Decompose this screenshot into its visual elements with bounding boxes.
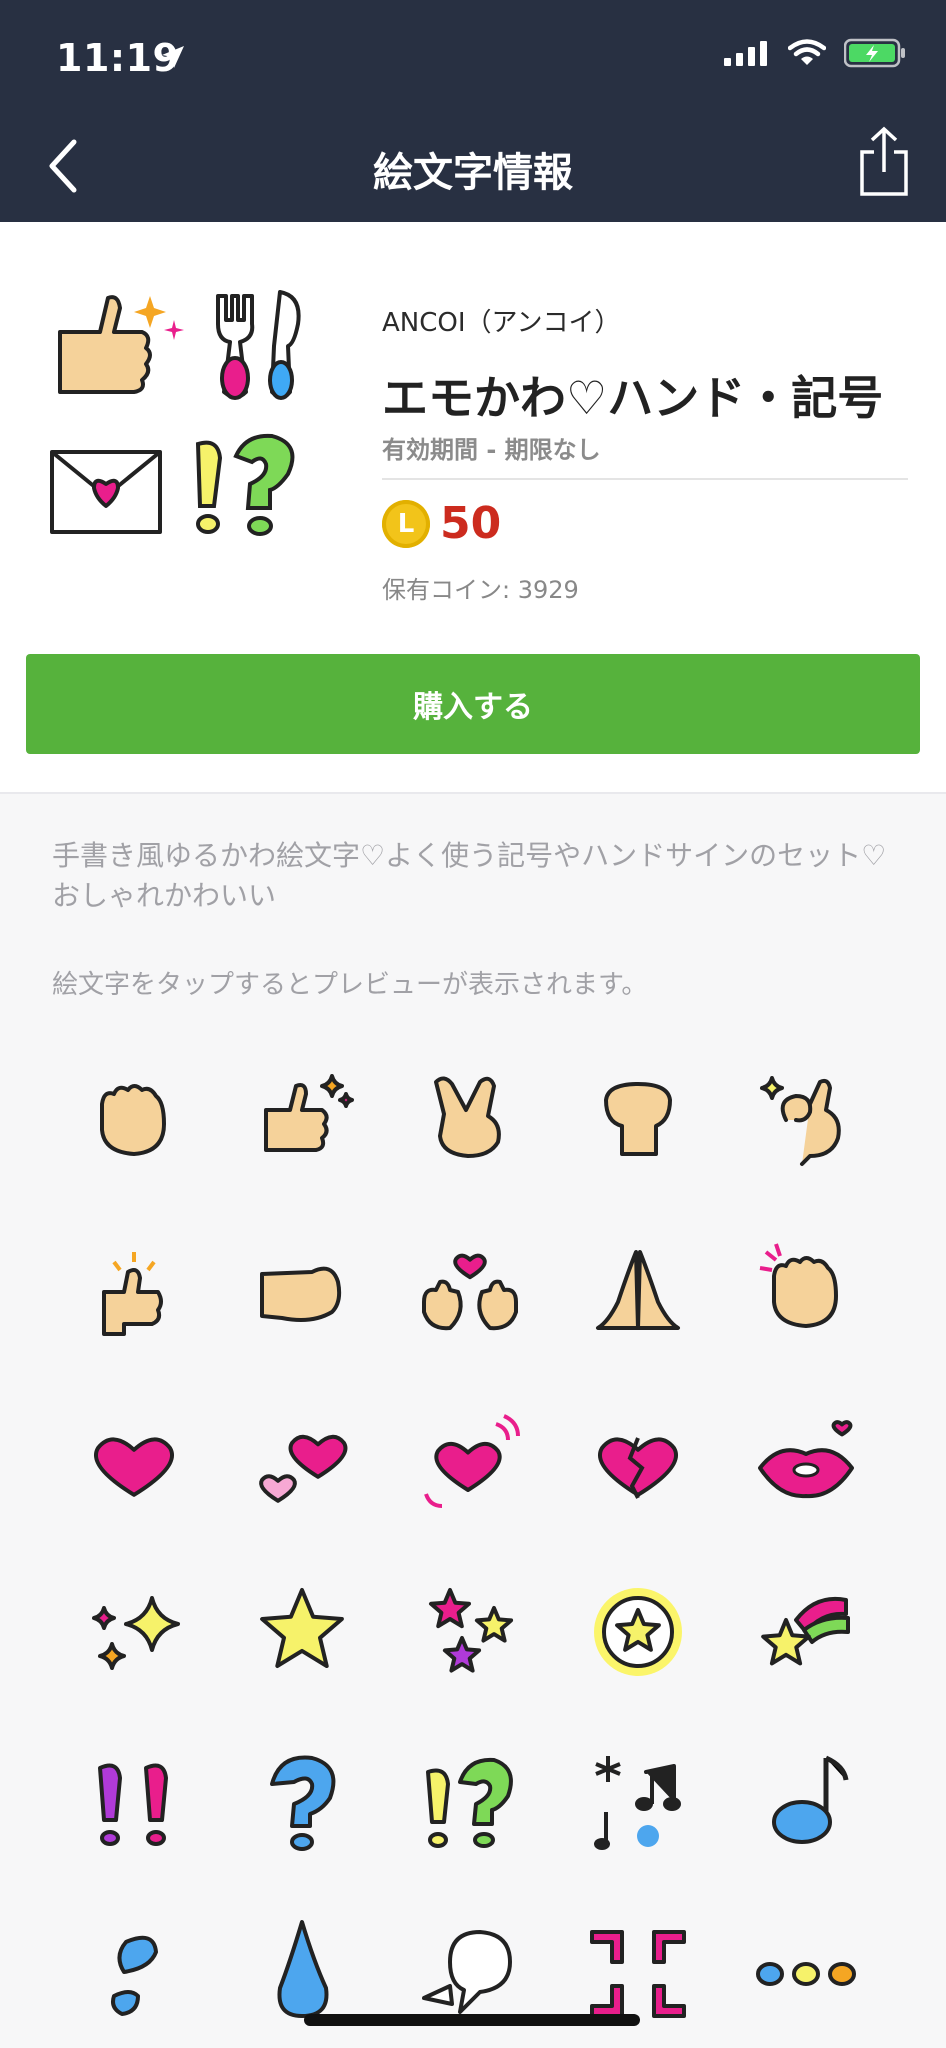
double-exclamation-icon[interactable] [74,1742,194,1862]
publisher-name[interactable]: ANCOI（アンコイ） [382,302,620,339]
shooting-star-icon[interactable] [746,1570,866,1690]
share-button[interactable] [856,126,912,198]
home-indicator [304,2014,640,2026]
wifi-icon [788,39,826,65]
praying-hands-icon[interactable] [578,1232,698,1352]
three-stars-icon[interactable] [410,1570,530,1690]
header-bar: 11:19 絵文字情報 [0,0,946,222]
thumbs-up-sparkle-icon[interactable] [242,1060,362,1180]
water-drops-icon[interactable] [74,1912,194,2032]
fist-hand-icon[interactable] [74,1060,194,1180]
product-description: 手書き風ゆるかわ絵文字♡よく使う記号やハンドサインのセット♡おしゃれかわいい [52,839,887,912]
broken-heart-icon[interactable] [578,1402,698,1522]
pink-lips-icon[interactable] [746,1402,866,1522]
ok-hand-sparkle-icon[interactable] [746,1060,866,1180]
yellow-star-icon[interactable] [242,1570,362,1690]
question-mark-icon[interactable] [242,1742,362,1862]
location-arrow-icon [162,46,184,68]
owned-coins: 保有コイン: 3929 [382,576,579,604]
hands-heart-icon[interactable] [410,1232,530,1352]
thumbs-up-shine-icon[interactable] [74,1232,194,1352]
section-divider [0,792,946,794]
product-thumbnail [50,290,301,536]
beating-heart-icon[interactable] [410,1402,530,1522]
clenched-hand-pink-icon[interactable] [746,1232,866,1352]
divider [382,478,908,480]
signal-icon [724,41,767,66]
line-coin-icon: L [382,500,430,548]
raised-fist-icon[interactable] [578,1060,698,1180]
preview-hint: 絵文字をタップするとプレビューが表示されます。 [52,970,648,1000]
peace-sign-hand-icon[interactable] [410,1060,530,1180]
battery-icon [844,38,905,68]
pink-heart-icon[interactable] [74,1402,194,1522]
ellipsis-dots-icon[interactable] [746,1912,866,2032]
exclamation-question-icon[interactable] [410,1742,530,1862]
sparkles-icon[interactable] [74,1570,194,1690]
two-hearts-icon[interactable] [242,1402,362,1522]
glowing-star-icon[interactable] [578,1570,698,1690]
status-icons [724,38,906,68]
product-name: エモかわ♡ハンド・記号 [382,371,884,425]
page-title: 絵文字情報 [373,150,573,196]
price: 50 [440,498,502,549]
validity-period: 有効期間 - 期限なし [382,436,601,464]
music-notes-icon[interactable] [578,1742,698,1862]
music-note-icon[interactable] [746,1742,866,1862]
pointing-hand-icon[interactable] [242,1232,362,1352]
product-card: ANCOI（アンコイ） エモかわ♡ハンド・記号 有効期間 - 期限なし L 50… [0,222,946,792]
buy-button[interactable]: 購入する [26,654,920,754]
